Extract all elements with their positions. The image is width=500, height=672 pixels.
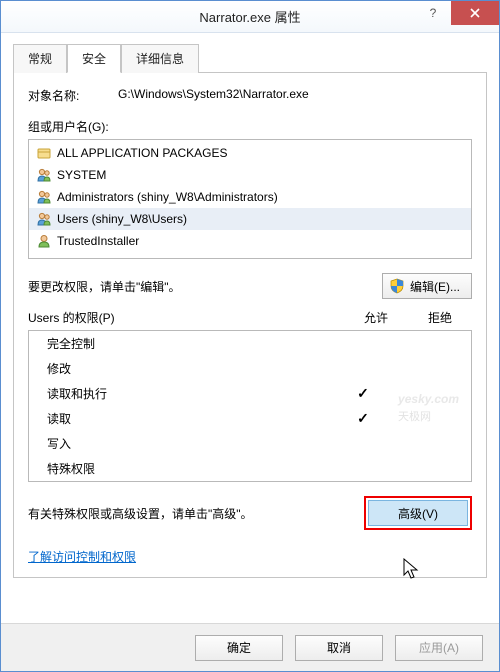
object-name-label: 对象名称: (28, 87, 118, 104)
groups-label: 组或用户名(G): (28, 118, 472, 135)
list-item[interactable]: ALL APPLICATION PACKAGES (29, 142, 471, 164)
permission-label: 完全控制 (41, 335, 331, 352)
permission-allow: ✓ (331, 410, 395, 427)
object-name-value: G:\Windows\System32\Narrator.exe (118, 87, 472, 104)
permission-row: 修改 (29, 356, 471, 381)
help-button[interactable]: ? (415, 1, 451, 25)
permissions-listbox: 完全控制修改读取和执行✓读取✓写入特殊权限 (28, 330, 472, 482)
package-icon (35, 144, 53, 162)
window-controls: ? (415, 1, 499, 25)
close-button[interactable] (451, 1, 499, 25)
users-icon (35, 188, 53, 206)
permission-row: 读取✓ (29, 406, 471, 431)
users-icon (35, 166, 53, 184)
list-item[interactable]: Users (shiny_W8\Users) (29, 208, 471, 230)
tab-strip: 常规 安全 详细信息 (13, 43, 487, 73)
list-item-label: Administrators (shiny_W8\Administrators) (57, 190, 278, 204)
close-icon (470, 8, 480, 18)
tab-details[interactable]: 详细信息 (121, 44, 199, 73)
list-item[interactable]: SYSTEM (29, 164, 471, 186)
ok-button[interactable]: 确定 (195, 635, 283, 661)
advanced-text: 有关特殊权限或高级设置，请单击"高级"。 (28, 505, 364, 522)
content: 常规 安全 详细信息 对象名称: G:\Windows\System32\Nar… (1, 33, 499, 578)
edit-permissions-text: 要更改权限，请单击"编辑"。 (28, 278, 382, 295)
titlebar: Narrator.exe 属性 ? (1, 1, 499, 33)
permission-label: 读取和执行 (41, 385, 331, 402)
permission-label: 特殊权限 (41, 460, 331, 477)
permissions-header: Users 的权限(P) 允许 拒绝 (28, 309, 472, 326)
permission-row: 特殊权限 (29, 456, 471, 481)
tab-general[interactable]: 常规 (13, 44, 67, 73)
permission-label: 读取 (41, 410, 331, 427)
user-icon (35, 232, 53, 250)
advanced-button[interactable]: 高级(V) (368, 500, 468, 526)
list-item-label: TrustedInstaller (57, 234, 139, 248)
permission-row: 写入 (29, 431, 471, 456)
permission-row: 读取和执行✓ (29, 381, 471, 406)
security-panel: 对象名称: G:\Windows\System32\Narrator.exe 组… (13, 73, 487, 578)
edit-button[interactable]: 编辑(E)... (382, 273, 472, 299)
advanced-row: 有关特殊权限或高级设置，请单击"高级"。 高级(V) (28, 496, 472, 530)
shield-icon (388, 277, 406, 295)
list-item[interactable]: Administrators (shiny_W8\Administrators) (29, 186, 471, 208)
dialog-footer: 确定 取消 应用(A) (1, 623, 499, 671)
tab-security[interactable]: 安全 (67, 44, 121, 73)
learn-more-link[interactable]: 了解访问控制和权限 (28, 548, 136, 565)
users-icon (35, 210, 53, 228)
properties-window: Narrator.exe 属性 ? 常规 安全 详细信息 对象名称: G:\Wi… (0, 0, 500, 672)
list-item-label: ALL APPLICATION PACKAGES (57, 146, 228, 160)
permissions-deny-header: 拒绝 (408, 309, 472, 326)
edit-button-label: 编辑(E)... (410, 278, 460, 295)
groups-listbox[interactable]: ALL APPLICATION PACKAGES SYSTEM Administra… (28, 139, 472, 259)
cancel-button[interactable]: 取消 (295, 635, 383, 661)
permission-label: 修改 (41, 360, 331, 377)
permission-row: 完全控制 (29, 331, 471, 356)
permission-allow: ✓ (331, 385, 395, 402)
permissions-allow-header: 允许 (344, 309, 408, 326)
list-item-label: Users (shiny_W8\Users) (57, 212, 187, 226)
list-item-label: SYSTEM (57, 168, 106, 182)
advanced-button-label: 高级(V) (398, 505, 438, 522)
object-name-row: 对象名称: G:\Windows\System32\Narrator.exe (28, 87, 472, 104)
permissions-whose: Users 的权限(P) (28, 309, 344, 326)
permission-label: 写入 (41, 435, 331, 452)
edit-permissions-row: 要更改权限，请单击"编辑"。 编辑(E)... (28, 273, 472, 299)
highlight-box: 高级(V) (364, 496, 472, 530)
apply-button[interactable]: 应用(A) (395, 635, 483, 661)
list-item[interactable]: TrustedInstaller (29, 230, 471, 252)
